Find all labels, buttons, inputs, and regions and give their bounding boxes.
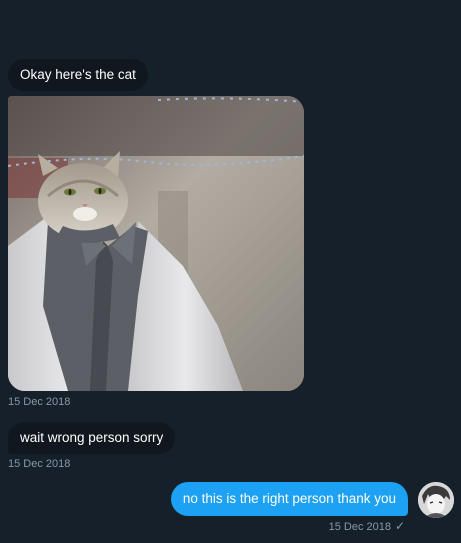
conversation: Okay here's the cat 15 Dec 2018 wait wro… <box>0 0 461 543</box>
message-received[interactable]: wait wrong person sorry <box>8 422 176 454</box>
photo-timestamp: 15 Dec 2018 <box>8 396 71 408</box>
message-timestamp: 15 Dec 2018 <box>328 521 391 533</box>
photo-message[interactable] <box>8 96 304 391</box>
avatar-icon <box>418 482 454 518</box>
cat-in-suit-image <box>8 96 304 391</box>
message-received[interactable]: Okay here's the cat <box>8 59 148 91</box>
user-avatar[interactable] <box>418 482 454 518</box>
message-timestamp: 15 Dec 2018 <box>8 458 71 470</box>
message-sent[interactable]: no this is the right person thank you <box>170 482 408 516</box>
sent-check-icon: ✓ <box>394 519 405 533</box>
